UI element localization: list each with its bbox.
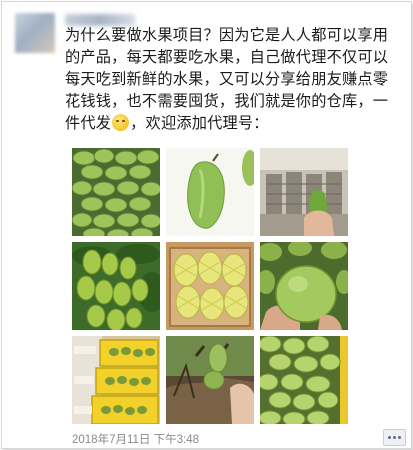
mango-crates-image[interactable] — [72, 336, 160, 424]
mango-pile-closeup-image[interactable] — [260, 336, 348, 424]
mango-pile-image[interactable] — [72, 148, 160, 236]
moments-post-card: 为什么要做水果项目？因为它是人人都可以享用的产品，每天都要吃水果，自己做代理不仅… — [1, 1, 412, 449]
single-mango-image[interactable] — [166, 148, 254, 236]
warehouse-mango-hand-image[interactable] — [260, 148, 348, 236]
post-text-tail: ，欢迎添加代理号： — [130, 114, 269, 132]
comment-button[interactable] — [383, 429, 406, 446]
avatar[interactable] — [15, 13, 55, 53]
smirk-face-icon — [112, 114, 130, 131]
mango-branch-hand-image[interactable] — [166, 336, 254, 424]
more-dots-icon — [388, 436, 391, 439]
mango-in-hand-image[interactable] — [260, 242, 348, 330]
post-text: 为什么要做水果项目？因为它是人人都可以享用的产品，每天都要吃水果，自己做代理不仅… — [65, 24, 395, 134]
post-timestamp: 2018年7月11日 下午3:48 — [72, 434, 199, 446]
wrapped-mangoes-box-image[interactable] — [166, 242, 254, 330]
mango-tree-image[interactable] — [72, 242, 160, 330]
photo-grid — [72, 148, 348, 424]
